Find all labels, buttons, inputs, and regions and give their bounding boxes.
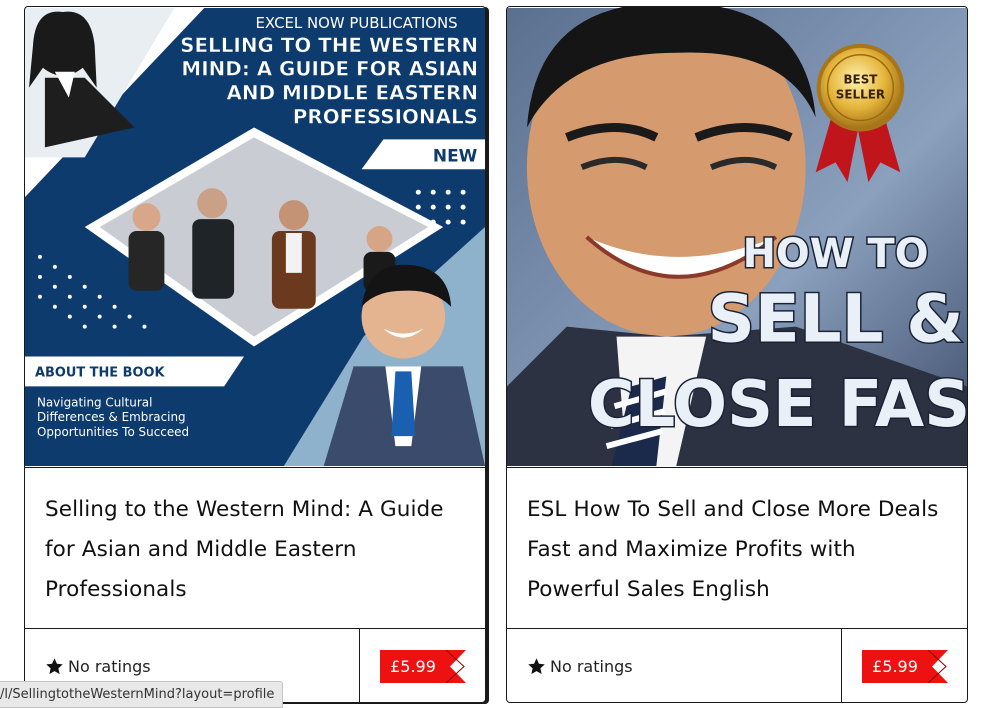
seal-text: SELLER	[836, 88, 885, 102]
seal-text: BEST	[843, 73, 878, 87]
cover-publisher: EXCEL NOW PUBLICATIONS	[256, 14, 458, 32]
price-tag[interactable]: £5.99	[380, 650, 466, 683]
cover-headline-line: SELL &	[708, 282, 964, 358]
cover-title-line: PROFESSIONALS	[293, 105, 478, 128]
cover-headline-line: CLOSE FAST	[588, 368, 967, 442]
cover-about-line: Opportunities To Succeed	[37, 425, 189, 439]
cover-headline-line: HOW TO	[743, 231, 929, 277]
product-title-area[interactable]: ESL How To Sell and Close More Deals Fas…	[507, 467, 967, 628]
cover-title-line: AND MIDDLE EASTERN	[227, 82, 479, 105]
star-icon	[46, 658, 63, 675]
product-card[interactable]: BEST SELLER HOW TO SELL & CLOSE FAST ESL…	[506, 6, 968, 703]
price-cell: £5.99	[841, 629, 967, 702]
product-card[interactable]: EXCEL NOW PUBLICATIONS SELLING TO THE WE…	[24, 6, 486, 703]
star-icon	[528, 658, 545, 675]
rating-text: No ratings	[550, 657, 633, 676]
cover-title-line: SELLING TO THE WESTERN	[180, 34, 478, 57]
status-bar-url: /l/SellingtotheWesternMind?layout=profil…	[0, 681, 284, 708]
price: £5.99	[390, 657, 436, 676]
book-cover-image[interactable]: EXCEL NOW PUBLICATIONS SELLING TO THE WE…	[25, 7, 485, 467]
rating-text: No ratings	[68, 657, 151, 676]
product-title-area[interactable]: Selling to the Western Mind: A Guide for…	[25, 467, 485, 628]
price-tag[interactable]: £5.99	[862, 650, 948, 683]
cover-about-heading: ABOUT THE BOOK	[35, 365, 166, 380]
cover-about-line: Differences & Embracing	[37, 410, 186, 424]
product-title[interactable]: Selling to the Western Mind: A Guide for…	[45, 490, 465, 610]
rating: No ratings	[507, 629, 841, 702]
cover-new-badge: NEW	[433, 145, 478, 165]
cover-title-line: MIND: A GUIDE FOR ASIAN	[181, 58, 478, 81]
cover-about-line: Navigating Cultural	[37, 395, 152, 409]
product-title[interactable]: ESL How To Sell and Close More Deals Fas…	[527, 490, 947, 610]
price-cell: £5.99	[359, 629, 485, 702]
book-cover-image[interactable]: BEST SELLER HOW TO SELL & CLOSE FAST	[507, 7, 967, 467]
price: £5.99	[872, 657, 918, 676]
product-footer: No ratings £5.99	[507, 628, 967, 702]
